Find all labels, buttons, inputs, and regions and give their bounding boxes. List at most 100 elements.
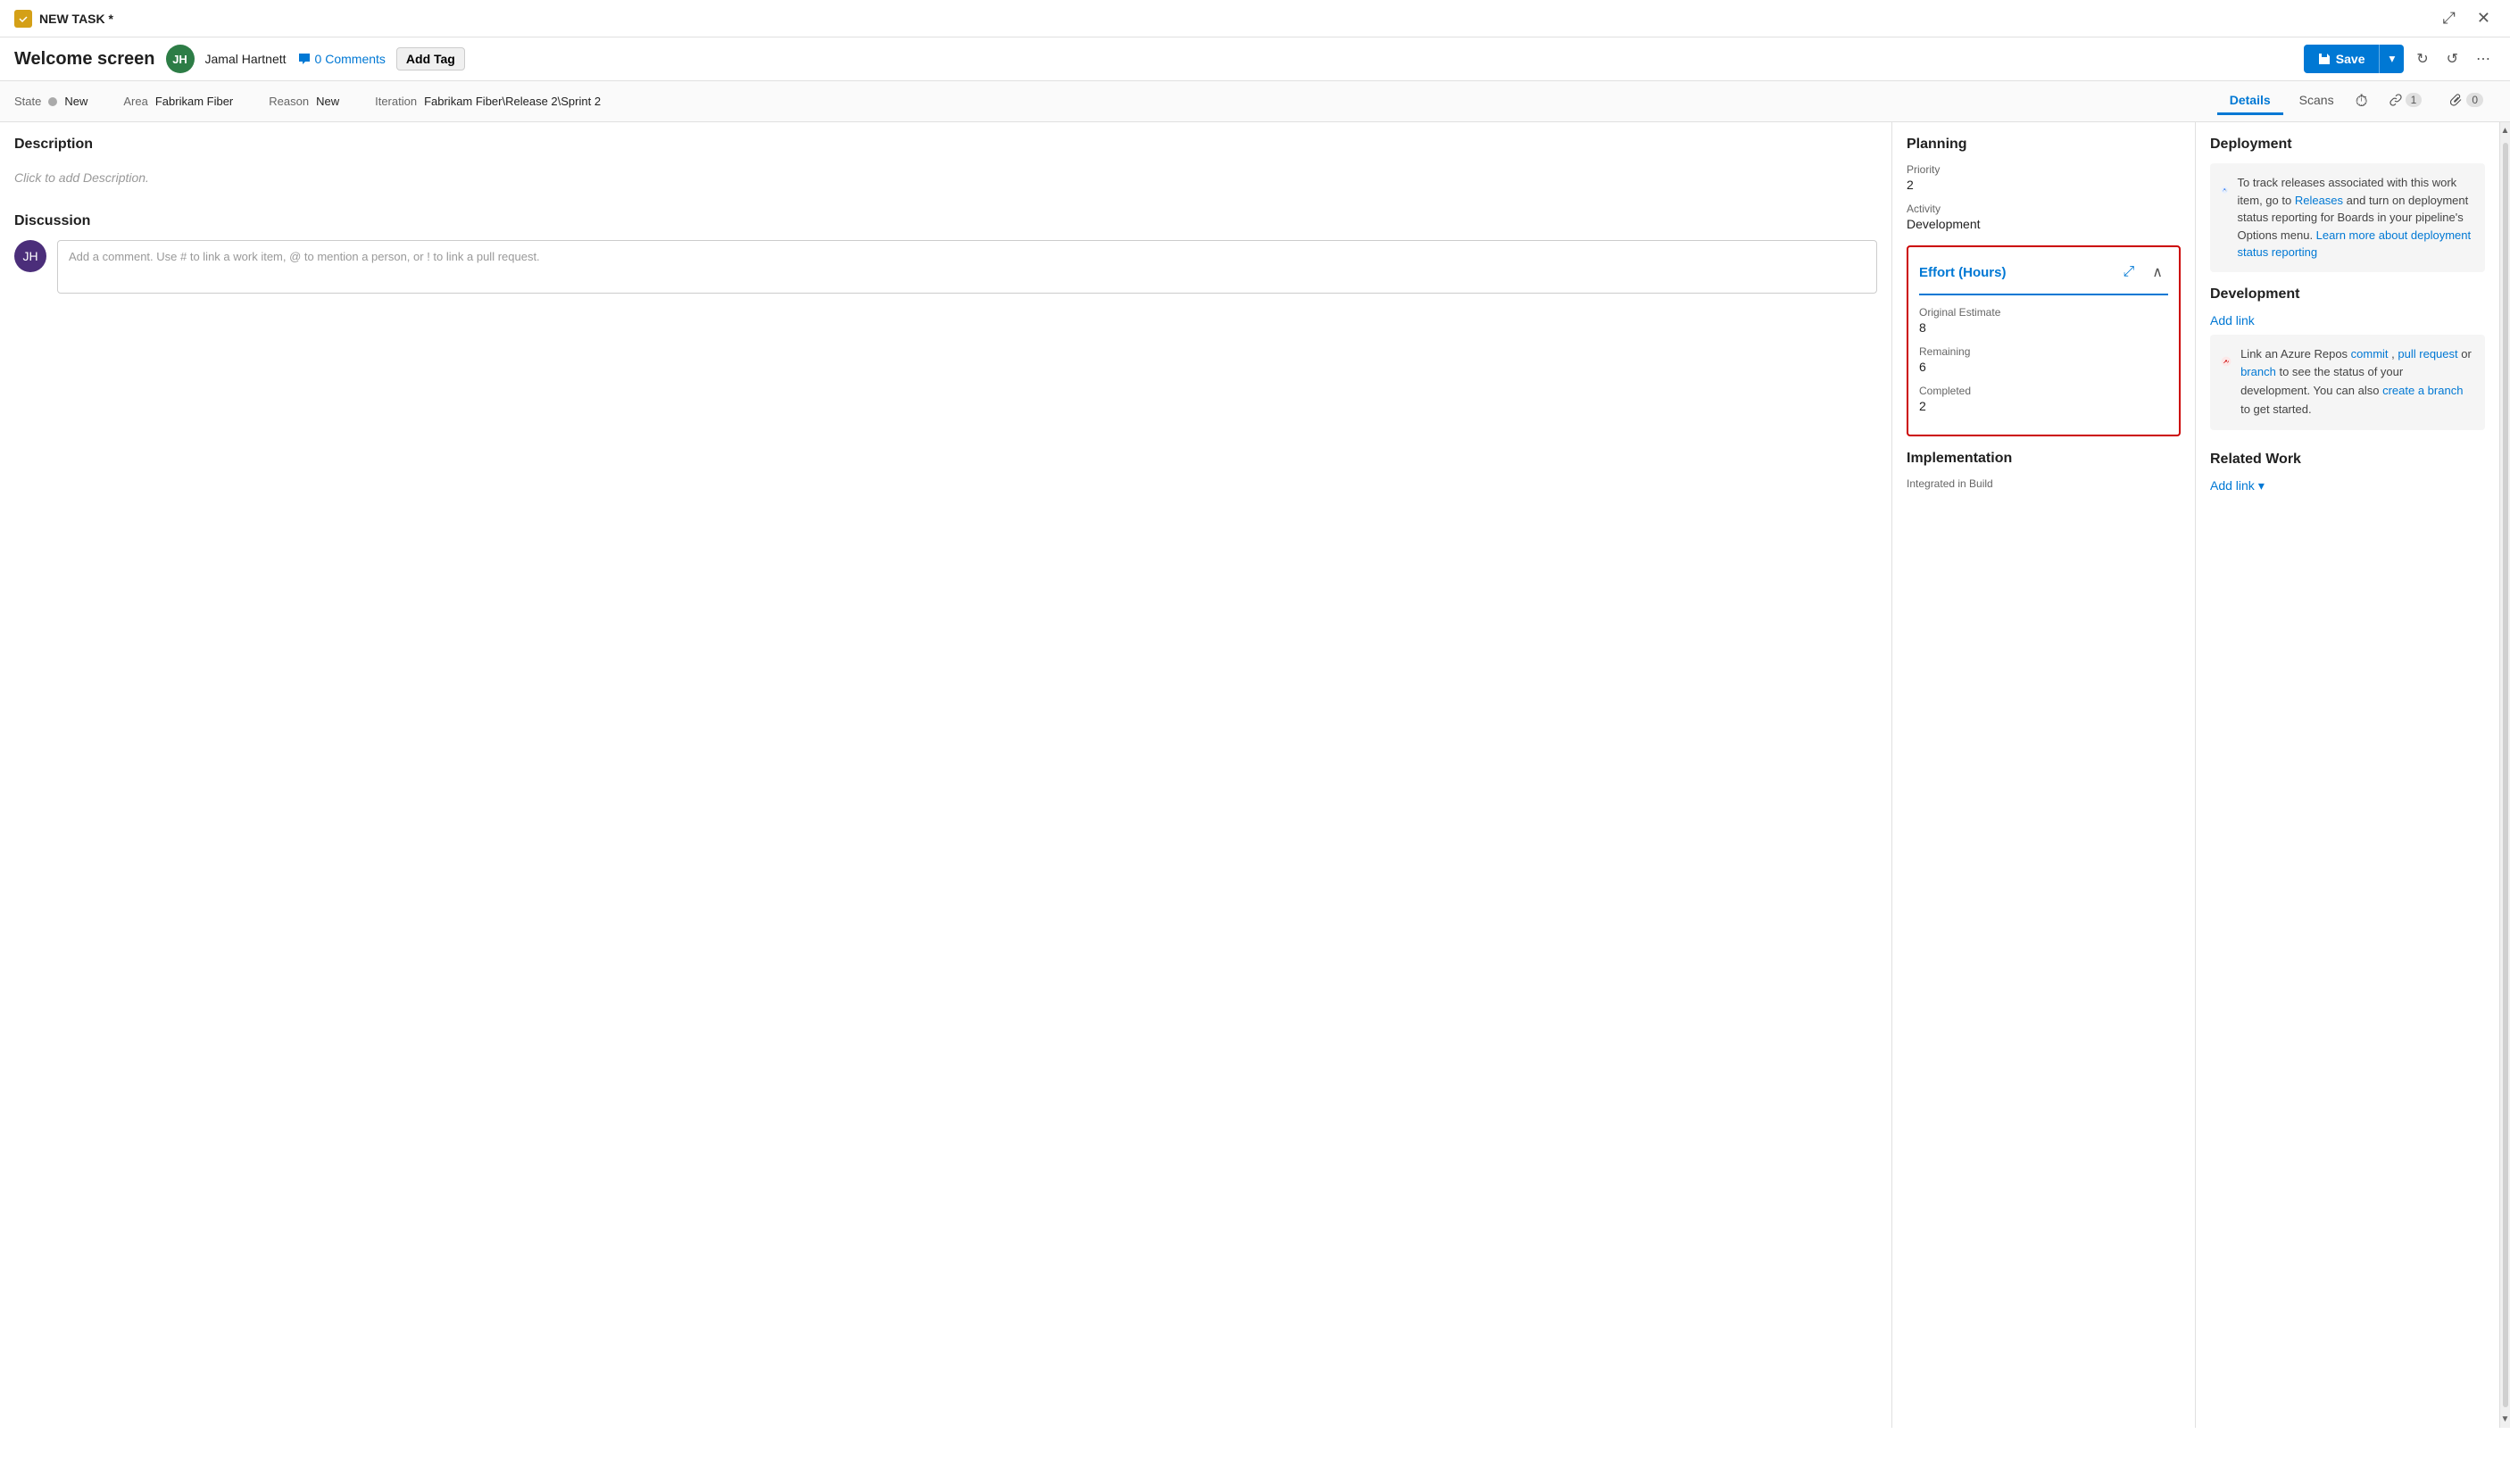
related-add-link-row[interactable]: Add link ▾ <box>2210 478 2485 493</box>
undo-button[interactable]: ↺ <box>2441 45 2464 73</box>
tab-attachments[interactable]: 0 <box>2438 87 2496 115</box>
vertical-scrollbar[interactable]: ▲ ▼ <box>2499 122 2510 1428</box>
save-button-group: Save ▾ <box>2304 45 2404 73</box>
description-title: Description <box>14 137 1877 153</box>
save-button[interactable]: Save <box>2304 45 2380 73</box>
comments-button[interactable]: 0 Comments <box>297 52 386 66</box>
remaining-value: 6 <box>1919 360 2168 374</box>
comment-area: JH Add a comment. Use # to link a work i… <box>14 240 1877 294</box>
commit-link[interactable]: commit <box>2351 347 2389 361</box>
completed-value: 2 <box>1919 399 2168 413</box>
title-bar-actions: ⤢ ✕ <box>2438 7 2497 29</box>
effort-title: Effort (Hours) <box>1919 265 2007 280</box>
deployment-section: Deployment To track releases associated … <box>2210 137 2485 272</box>
title-bar-left: NEW TASK * <box>14 10 113 28</box>
pull-request-link[interactable]: pull request <box>2398 347 2457 361</box>
reason-value: New <box>316 95 339 108</box>
comments-label: 0 Comments <box>315 52 386 66</box>
state-dot <box>48 97 57 106</box>
deployment-text: To track releases associated with this w… <box>2238 174 2474 261</box>
remaining-label: Remaining <box>1919 345 2168 358</box>
iteration-value: Fabrikam Fiber\Release 2\Sprint 2 <box>424 95 601 108</box>
close-button[interactable]: ✕ <box>2472 7 2496 29</box>
discussion-section: Discussion JH Add a comment. Use # to li… <box>14 213 1877 294</box>
activity-label: Activity <box>1907 203 2181 215</box>
scroll-up-button[interactable]: ▲ <box>2498 122 2510 139</box>
reason-label: Reason <box>269 95 309 108</box>
state-value: New <box>64 95 87 108</box>
priority-value: 2 <box>1907 178 2181 192</box>
completed-field: Completed 2 <box>1919 385 2168 413</box>
area-meta: Area Fabrikam Fiber <box>123 95 233 108</box>
iteration-label: Iteration <box>375 95 417 108</box>
effort-actions: ⤢ ∧ <box>2117 258 2168 286</box>
development-section: Development Add link Link an Azure Repos… <box>2210 286 2485 430</box>
planning-title: Planning <box>1907 137 2181 153</box>
task-icon <box>14 10 32 28</box>
middle-panel: Planning Priority 2 Activity Development… <box>1892 122 2196 1428</box>
remaining-field: Remaining 6 <box>1919 345 2168 374</box>
discussion-title: Discussion <box>14 213 1877 229</box>
dev-icon <box>2221 345 2232 377</box>
more-button[interactable]: ⋯ <box>2471 45 2496 73</box>
integrated-label: Integrated in Build <box>1907 477 2181 490</box>
page-title: Welcome screen <box>14 49 155 70</box>
effort-collapse-button[interactable]: ∧ <box>2147 258 2168 286</box>
window-title: NEW TASK * <box>39 12 113 26</box>
links-badge: 1 <box>2406 93 2423 107</box>
deployment-icon <box>2221 174 2229 206</box>
tab-links[interactable]: 1 <box>2377 87 2435 115</box>
effort-header: Effort (Hours) ⤢ ∧ <box>1919 258 2168 295</box>
save-dropdown-button[interactable]: ▾ <box>2379 45 2404 73</box>
area-value: Fabrikam Fiber <box>155 95 233 108</box>
deployment-card: To track releases associated with this w… <box>2210 163 2485 272</box>
attachments-badge: 0 <box>2466 93 2483 107</box>
implementation-section: Implementation Integrated in Build <box>1907 451 2181 490</box>
avatar: JH <box>166 45 195 73</box>
comment-avatar: JH <box>14 240 46 272</box>
effort-box: Effort (Hours) ⤢ ∧ Original Estimate 8 R… <box>1907 245 2181 436</box>
deployment-title: Deployment <box>2210 137 2485 153</box>
description-placeholder[interactable]: Click to add Description. <box>14 163 1877 192</box>
planning-section: Planning Priority 2 Activity Development <box>1907 137 2181 231</box>
priority-label: Priority <box>1907 163 2181 176</box>
branch-link[interactable]: branch <box>2240 365 2276 378</box>
save-icon <box>2318 53 2331 65</box>
tabs-container: Details Scans ⏱ 1 0 <box>2217 87 2496 116</box>
comment-input[interactable]: Add a comment. Use # to link a work item… <box>57 240 1877 294</box>
comment-icon <box>297 52 312 66</box>
tab-scans[interactable]: Scans <box>2287 87 2347 115</box>
original-estimate-label: Original Estimate <box>1919 306 2168 319</box>
dev-card: Link an Azure Repos commit , pull reques… <box>2210 335 2485 430</box>
scroll-down-button[interactable]: ▼ <box>2498 1411 2510 1428</box>
dev-add-link-button[interactable]: Add link <box>2210 313 2255 327</box>
releases-link[interactable]: Releases <box>2295 194 2343 207</box>
area-label: Area <box>123 95 147 108</box>
tab-details[interactable]: Details <box>2217 87 2283 115</box>
chevron-down-icon: ▾ <box>2258 478 2265 493</box>
reason-meta: Reason New <box>269 95 339 108</box>
header-left: Welcome screen JH Jamal Hartnett 0 Comme… <box>14 45 465 73</box>
effort-expand-button[interactable]: ⤢ <box>2117 258 2140 286</box>
tab-history[interactable]: ⏱ <box>2350 87 2373 116</box>
related-work-section: Related Work Add link ▾ <box>2210 452 2485 493</box>
state-meta: State New <box>14 95 87 108</box>
activity-value: Development <box>1907 217 2181 231</box>
related-add-link-label: Add link <box>2210 478 2255 493</box>
dev-text: Link an Azure Repos commit , pull reques… <box>2240 345 2474 419</box>
add-tag-button[interactable]: Add Tag <box>396 47 465 70</box>
completed-label: Completed <box>1919 385 2168 397</box>
metadata-row: State New Area Fabrikam Fiber Reason New… <box>0 81 2510 122</box>
save-label: Save <box>2336 52 2365 66</box>
refresh-button[interactable]: ↻ <box>2411 45 2433 73</box>
related-work-title: Related Work <box>2210 452 2485 468</box>
main-content: Description Click to add Description. Di… <box>0 122 2510 1428</box>
state-label: State <box>14 95 41 108</box>
user-name: Jamal Hartnett <box>205 52 287 66</box>
create-branch-link[interactable]: create a branch <box>2382 384 2463 397</box>
maximize-button[interactable]: ⤢ <box>2438 7 2461 29</box>
development-title: Development <box>2210 286 2485 303</box>
iteration-meta: Iteration Fabrikam Fiber\Release 2\Sprin… <box>375 95 601 108</box>
implementation-title: Implementation <box>1907 451 2181 467</box>
left-panel: Description Click to add Description. Di… <box>0 122 1892 1428</box>
